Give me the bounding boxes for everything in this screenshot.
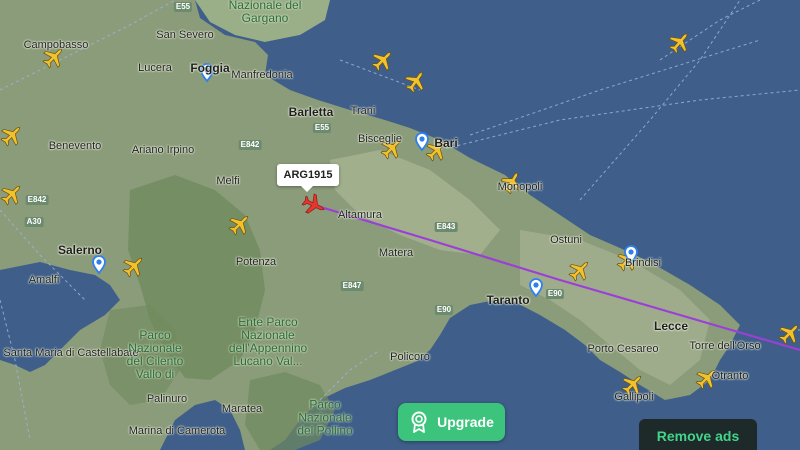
pin-dot	[533, 282, 539, 288]
pin-dot	[204, 67, 210, 73]
pin-dot	[96, 259, 102, 265]
road-shield: E55	[312, 123, 332, 133]
road-shield: E847	[340, 281, 364, 291]
road-shield: E90	[545, 289, 565, 299]
upgrade-button[interactable]: Upgrade	[398, 403, 505, 441]
remove-ads-button[interactable]: Remove ads	[639, 419, 757, 450]
road-shield: E842	[25, 195, 49, 205]
map-canvas[interactable]	[0, 0, 800, 450]
pin-dot	[628, 249, 634, 255]
flight-callsign-tag[interactable]: ARG1915	[277, 164, 339, 192]
road-shield: E90	[434, 305, 454, 315]
road-shield: A30	[24, 217, 44, 227]
upgrade-label: Upgrade	[437, 414, 494, 430]
pin-dot	[419, 136, 425, 142]
badge-icon	[411, 411, 427, 433]
road-shield: E55	[173, 2, 193, 12]
road-shield: E842	[238, 140, 262, 150]
road-shield: E843	[434, 222, 458, 232]
